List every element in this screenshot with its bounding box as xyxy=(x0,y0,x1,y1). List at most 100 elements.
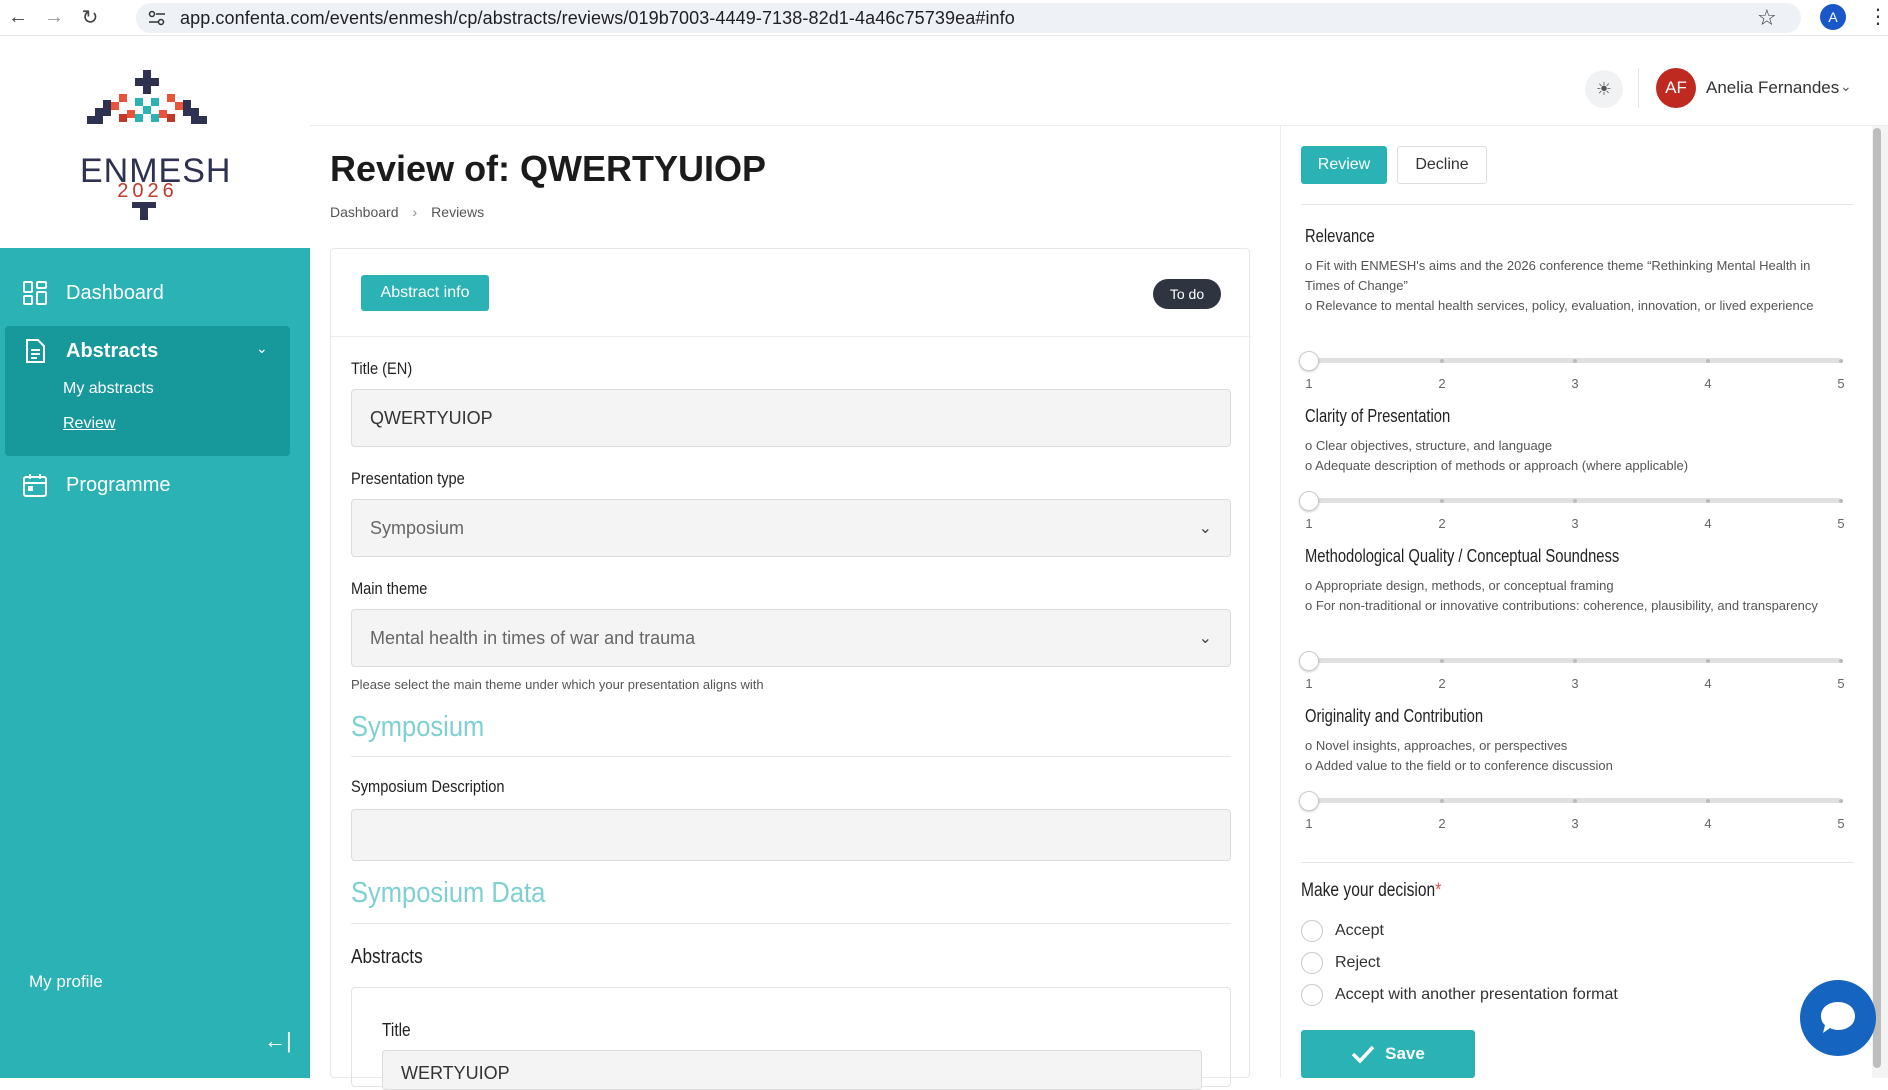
score-slider-clarity[interactable]: 1 2 3 4 5 xyxy=(1299,491,1845,532)
slider-tick-label: 4 xyxy=(1704,376,1712,391)
sidebar-subitem-my-abstracts[interactable]: My abstracts xyxy=(63,380,154,398)
score-slider-originality[interactable]: 1 2 3 4 5 xyxy=(1299,791,1845,832)
logo-mark-icon xyxy=(87,70,207,124)
tab-decline[interactable]: Decline xyxy=(1397,146,1487,184)
slider-step-dot xyxy=(1706,798,1710,803)
bookmark-star-icon[interactable]: ☆ xyxy=(1757,5,1777,31)
user-name[interactable]: Anelia Fernandes xyxy=(1706,78,1839,98)
slider-tick-label: 3 xyxy=(1571,516,1579,531)
section-symposium: Symposium xyxy=(351,711,485,743)
sidebar-item-dashboard[interactable]: Dashboard xyxy=(22,280,164,306)
chat-widget-button[interactable] xyxy=(1800,980,1876,1056)
slider-thumb[interactable] xyxy=(1299,351,1319,371)
criterion-line: o Appropriate design, methods, or concep… xyxy=(1305,578,1614,593)
abstract-title-input[interactable]: WERTYUIOP xyxy=(382,1050,1202,1090)
grid-icon xyxy=(23,281,47,305)
chevron-down-icon[interactable]: ⌄ xyxy=(256,340,268,357)
radio-accept-other-format[interactable]: Accept with another presentation format xyxy=(1301,984,1618,1006)
tab-review[interactable]: Review xyxy=(1301,146,1387,184)
criterion-line: o Relevance to mental health services, p… xyxy=(1305,298,1814,313)
scrollbar-thumb[interactable] xyxy=(1873,128,1881,1068)
criterion-title: Methodological Quality / Conceptual Soun… xyxy=(1305,546,1620,566)
breadcrumb-dashboard[interactable]: Dashboard xyxy=(330,204,399,220)
score-slider-methodology[interactable]: 1 2 3 4 5 xyxy=(1299,651,1845,692)
logo[interactable]: ENMESH 2026 2026 xyxy=(0,48,310,248)
slider-tick-label: 2 xyxy=(1438,676,1446,691)
radio-circle[interactable] xyxy=(1301,984,1323,1006)
slider-thumb[interactable] xyxy=(1299,491,1319,511)
abstract-info-tab[interactable]: Abstract info xyxy=(361,275,489,311)
slider-tick-label: 5 xyxy=(1837,516,1845,531)
criterion-title: Originality and Contribution xyxy=(1305,706,1484,726)
criterion-line: o For non-traditional or innovative cont… xyxy=(1305,598,1818,613)
slider-step-dot xyxy=(1839,358,1843,363)
slider-tick-label: 3 xyxy=(1571,676,1579,691)
radio-label: Accept with another presentation format xyxy=(1335,986,1618,1003)
sidebar-item-programme[interactable]: Programme xyxy=(22,472,170,498)
checkmark-icon xyxy=(1351,1045,1375,1064)
review-panel: Review Decline Relevance o Fit with ENME… xyxy=(1280,126,1872,1078)
radio-circle[interactable] xyxy=(1301,952,1323,974)
slider-step-dot xyxy=(1573,358,1577,363)
criterion-line: o Novel insights, approaches, or perspec… xyxy=(1305,738,1568,753)
sidebar-my-profile-link[interactable]: My profile xyxy=(29,972,103,992)
document-icon xyxy=(26,339,45,363)
browser-menu-icon[interactable]: ⋮ xyxy=(1868,4,1888,29)
slider-step-dot xyxy=(1440,658,1444,663)
presentation-type-select[interactable]: Symposium ⌄ xyxy=(351,499,1231,557)
criterion-description: o Novel insights, approaches, or perspec… xyxy=(1305,736,1825,776)
slider-step-dot xyxy=(1573,498,1577,503)
title-input[interactable]: QWERTYUIOP xyxy=(351,389,1231,447)
chevron-down-icon: ⌄ xyxy=(1198,520,1212,537)
breadcrumb-reviews[interactable]: Reviews xyxy=(431,204,484,220)
chat-icon xyxy=(1821,1002,1855,1033)
logo-year-text: 2026 xyxy=(117,180,178,202)
main-theme-help: Please select the main theme under which… xyxy=(351,677,764,692)
chevron-down-icon[interactable]: ⌄ xyxy=(1840,78,1852,95)
abstracts-heading: Abstracts xyxy=(351,946,423,968)
reload-icon[interactable]: ↻ xyxy=(72,0,108,36)
criterion-line: o Fit with ENMESH's aims and the 2026 co… xyxy=(1305,258,1811,293)
divider xyxy=(1301,862,1853,863)
site-settings-icon[interactable] xyxy=(148,10,166,26)
sidebar-item-abstracts[interactable]: Abstracts xyxy=(22,338,158,364)
section-symposium-data: Symposium Data xyxy=(351,877,546,909)
slider-thumb[interactable] xyxy=(1299,791,1319,811)
address-bar[interactable]: app.confenta.com/events/enmesh/cp/abstra… xyxy=(136,3,1801,33)
radio-label: Accept xyxy=(1335,922,1384,939)
browser-profile-avatar[interactable]: A xyxy=(1820,4,1846,30)
radio-circle[interactable] xyxy=(1301,920,1323,942)
header-divider xyxy=(1638,68,1639,108)
criterion-line: o Adequate description of methods or app… xyxy=(1305,458,1689,473)
slider-step-dot xyxy=(1440,358,1444,363)
radio-accept[interactable]: Accept xyxy=(1301,920,1384,942)
save-label: Save xyxy=(1385,1044,1425,1063)
back-icon[interactable]: ← xyxy=(0,0,36,36)
decision-label: Make your decision* xyxy=(1301,880,1441,902)
slider-tick-label: 2 xyxy=(1438,516,1446,531)
theme-toggle-sun-icon[interactable]: ☀ xyxy=(1585,70,1623,108)
slider-tick-label: 3 xyxy=(1571,816,1579,831)
sidebar: ENMESH 2026 2026 Dashboard Abstracts ⌄ M… xyxy=(0,48,310,1078)
sidebar-subitem-review[interactable]: Review xyxy=(63,415,115,433)
presentation-type-label: Presentation type xyxy=(351,469,465,488)
main-theme-value: Mental health in times of war and trauma xyxy=(370,627,696,648)
radio-reject[interactable]: Reject xyxy=(1301,952,1380,974)
slider-step-dot xyxy=(1839,798,1843,803)
score-slider-relevance[interactable]: 1 2 3 4 5 xyxy=(1299,351,1845,392)
status-badge: To do xyxy=(1153,279,1221,309)
slider-step-dot xyxy=(1706,658,1710,663)
symposium-description-textarea[interactable] xyxy=(351,809,1231,861)
main-theme-select[interactable]: Mental health in times of war and trauma… xyxy=(351,609,1231,667)
slider-tick-label: 2 xyxy=(1438,816,1446,831)
abstract-entry-card: Title WERTYUIOP xyxy=(351,987,1231,1090)
avatar[interactable]: AF xyxy=(1656,68,1696,108)
save-button[interactable]: Save xyxy=(1301,1030,1475,1078)
collapse-sidebar-icon[interactable]: ←| xyxy=(264,1028,292,1054)
title-label: Title (EN) xyxy=(351,359,413,378)
slider-thumb[interactable] xyxy=(1299,651,1319,671)
criterion-description: o Fit with ENMESH's aims and the 2026 co… xyxy=(1305,256,1825,316)
slider-step-dot xyxy=(1839,498,1843,503)
slider-tick-label: 4 xyxy=(1704,676,1712,691)
forward-icon[interactable]: → xyxy=(36,0,72,36)
